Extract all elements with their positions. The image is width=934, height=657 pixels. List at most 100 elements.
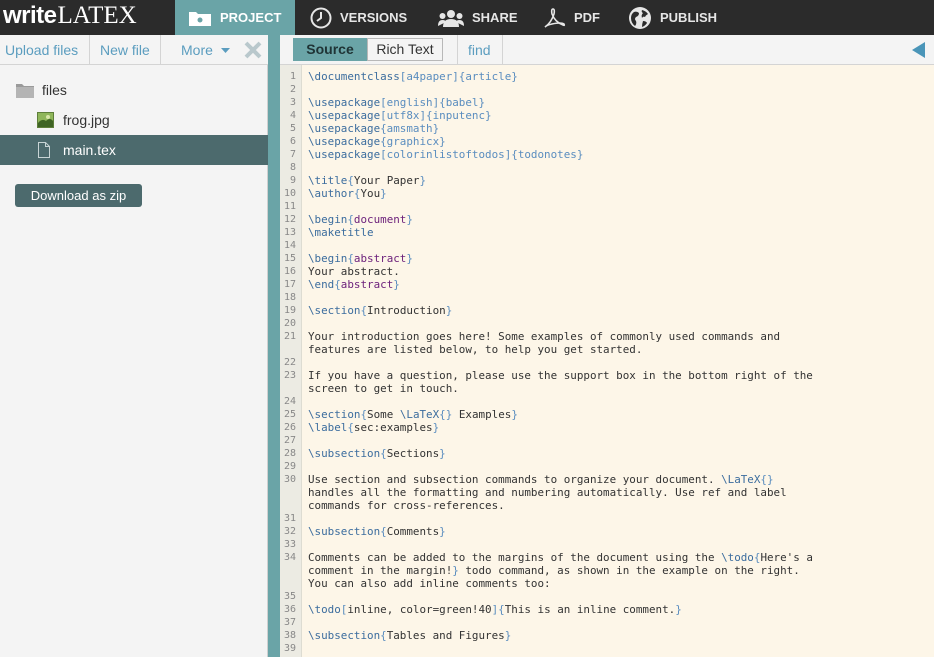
upload-files-button[interactable]: Upload files (5, 35, 78, 65)
code-token: [colorinlistoftodos]{todonotes} (380, 148, 584, 161)
code-area[interactable]: 1 \documentclass[a4paper]{article} 2 3 \usep… (280, 65, 934, 657)
nav-tab-publish[interactable]: PUBLISH (628, 0, 717, 35)
line-number: 16 (283, 266, 296, 277)
code-token: Comments (386, 525, 440, 538)
nav-tab-share[interactable]: SHARE (438, 0, 518, 35)
tab-rich-text[interactable]: Rich Text (367, 38, 443, 61)
toolbar-divider (160, 35, 161, 65)
nav-tab-label: VERSIONS (340, 10, 408, 25)
pane-splitter[interactable] (268, 35, 280, 657)
line-number: 1 (289, 71, 296, 82)
tree-folder-files[interactable]: files (0, 75, 268, 105)
line-number: 11 (283, 201, 296, 212)
code-token: \section (308, 408, 361, 421)
more-label: More (181, 42, 213, 58)
code-line: \subsection{Sections} (308, 447, 446, 460)
code-token: abstract (340, 278, 394, 291)
code-token: [utf8x]{inputenc} (380, 109, 492, 122)
code-token: handles all the formatting and numbering… (308, 486, 787, 499)
new-file-button[interactable]: New file (100, 35, 150, 65)
line-number: 5 (289, 123, 296, 134)
code-token: \usepackage (308, 148, 381, 161)
code-token: \documentclass (308, 70, 400, 83)
code-line: \subsection{Comments} (308, 525, 446, 538)
code-token: commands for cross-references. (308, 499, 505, 512)
code-token: } (419, 174, 427, 187)
code-token: {} (439, 408, 453, 421)
code-token: } (504, 629, 512, 642)
code-line: \section{Some \LaTeX{} Examples} (308, 408, 518, 421)
code-token: sec:examples (353, 421, 433, 434)
code-token: comment in the margin! (308, 564, 453, 577)
line-number: 3 (289, 97, 296, 108)
code-token: } (393, 278, 400, 291)
line-number: 39 (283, 643, 296, 654)
code-token: Some (367, 408, 400, 421)
toolbar-divider (457, 35, 458, 65)
tree-item-label: main.tex (63, 142, 116, 158)
code-token: \begin (308, 213, 348, 226)
line-number: 6 (289, 136, 296, 147)
code-token: screen to get in touch. (308, 382, 459, 395)
line-number: 29 (283, 461, 296, 472)
line-number: 10 (283, 188, 296, 199)
code-token: Examples (452, 408, 512, 421)
code-line: \usepackage[english]{babel} (308, 96, 485, 109)
folder-icon (189, 11, 211, 26)
code-token: {amsmath} (380, 122, 440, 135)
toolbar-divider (502, 35, 503, 65)
tab-source[interactable]: Source (293, 38, 367, 61)
code-token: } (445, 304, 453, 317)
code-token: \maketitle (308, 226, 374, 239)
code-token: \title (308, 174, 348, 187)
find-button[interactable]: find (468, 35, 491, 65)
code-token: document (353, 213, 407, 226)
code-token: \todo (721, 551, 754, 564)
toolbar-divider (89, 35, 90, 65)
code-token: \usepackage (308, 109, 381, 122)
code-token: [english]{babel} (380, 96, 486, 109)
code-line: \usepackage[colorinlistoftodos]{todonote… (308, 148, 583, 161)
line-number: 8 (289, 162, 296, 173)
writelatex-logo[interactable]: writeLATEX (3, 0, 137, 35)
line-number: 2 (289, 84, 296, 95)
code-token: \subsection (308, 525, 381, 538)
code-line: If you have a question, please use the s… (308, 369, 813, 382)
nav-tab-label: PROJECT (220, 10, 282, 25)
editor-toolbar: Source Rich Text find (280, 35, 934, 65)
tree-file-frog[interactable]: frog.jpg (0, 105, 268, 135)
globe-icon (629, 6, 651, 29)
code-line: \usepackage{amsmath} (308, 122, 439, 135)
nav-tab-label: PUBLISH (660, 10, 718, 25)
code-token: } (439, 525, 446, 538)
code-line: \author{You} (308, 187, 387, 200)
image-icon (37, 112, 54, 128)
line-number: 26 (283, 422, 296, 433)
file-toolbar: Upload files New file More (0, 35, 268, 65)
download-zip-button[interactable]: Download as zip (15, 184, 142, 207)
code-token: \section (308, 304, 361, 317)
nav-tab-versions[interactable]: VERSIONS (310, 0, 407, 35)
code-token: ]{ (491, 603, 505, 616)
close-icon[interactable] (244, 41, 262, 59)
nav-tab-label: SHARE (472, 10, 518, 25)
code-token: Tables and Figures (386, 629, 505, 642)
code-token: \usepackage (308, 96, 381, 109)
nav-tab-project[interactable]: PROJECT (175, 0, 295, 35)
code-line: Your introduction goes here! Some exampl… (308, 330, 780, 343)
code-line: screen to get in touch. (308, 382, 459, 395)
more-menu-button[interactable]: More (181, 35, 230, 65)
code-token: Sections (386, 447, 440, 460)
code-token: Your abstract. (308, 265, 400, 278)
tree-file-main-tex[interactable]: main.tex (0, 135, 268, 165)
nav-tab-pdf[interactable]: PDF (542, 0, 600, 35)
code-line: Your abstract. (308, 265, 400, 278)
collapse-left-icon[interactable] (911, 42, 925, 58)
caret-down-icon (220, 48, 230, 54)
code-token: \author (308, 187, 354, 200)
top-navbar: writeLATEX PROJECT VERSIONS SHARE PDF PU… (0, 0, 934, 35)
code-token: \end (308, 278, 335, 291)
code-token: {} (760, 473, 774, 486)
code-line: features are listed below, to help you g… (308, 343, 642, 356)
code-token: } (675, 603, 682, 616)
